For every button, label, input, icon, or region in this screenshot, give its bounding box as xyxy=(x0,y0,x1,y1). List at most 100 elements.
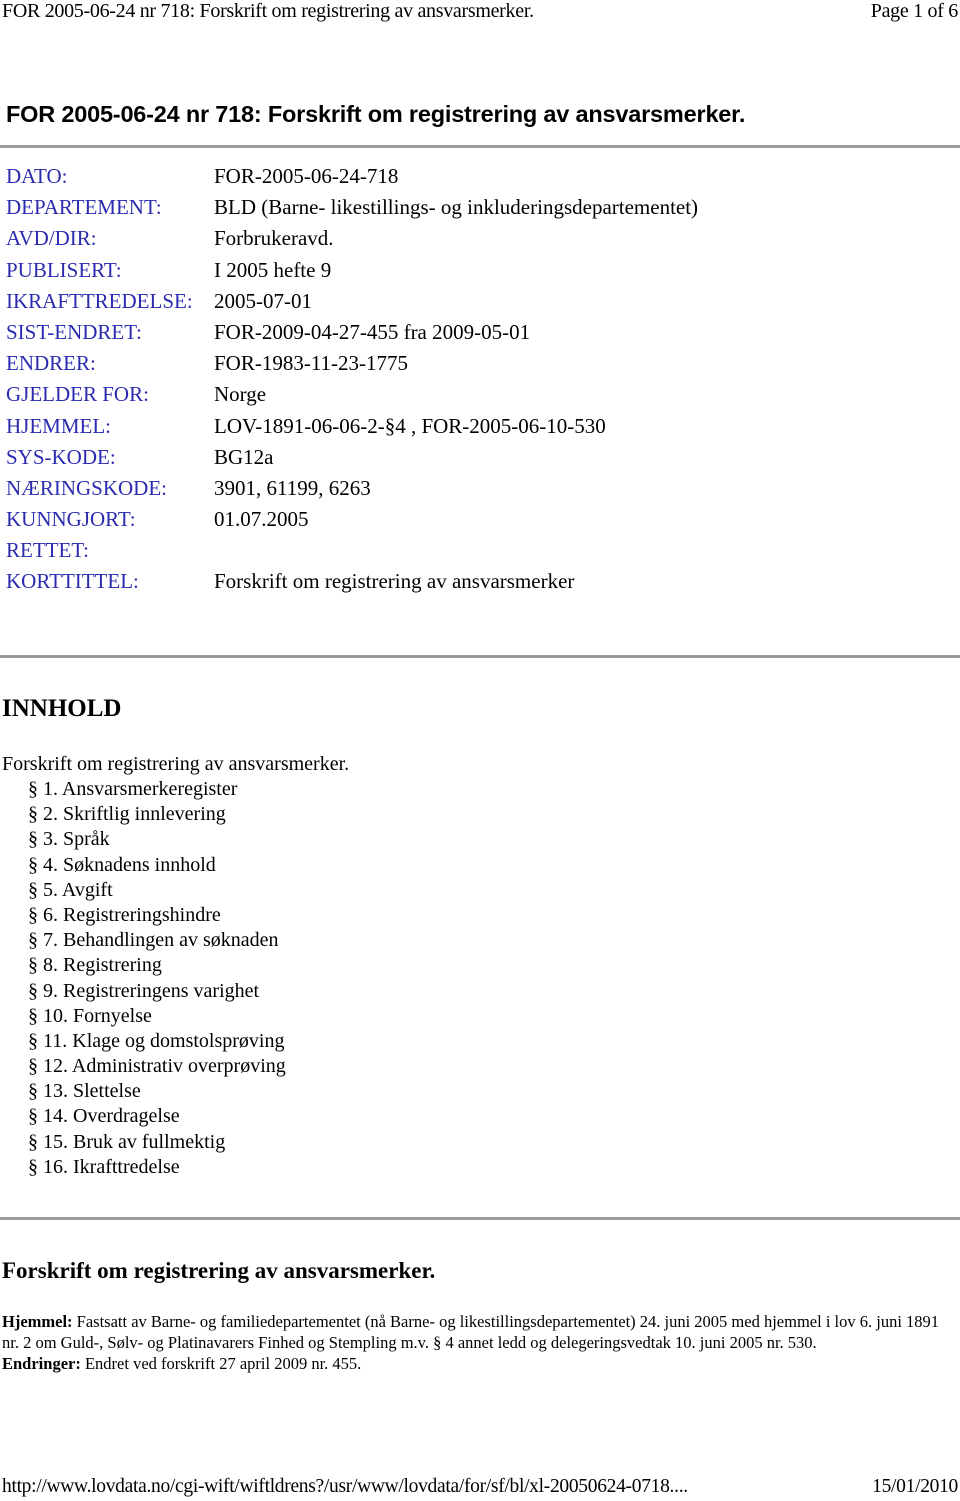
section-symbol-icon: § xyxy=(28,1080,38,1103)
metadata-label: DEPARTEMENT: xyxy=(6,195,162,220)
toc-item[interactable]: § 15. Bruk av fullmektig xyxy=(2,1130,349,1155)
toc-item[interactable]: § 6. Registreringshindre xyxy=(2,903,349,928)
section-symbol-icon: § xyxy=(28,828,38,851)
page-header-title: FOR 2005-06-24 nr 718: Forskrift om regi… xyxy=(2,0,534,22)
toc-item-label[interactable]: 13. Slettelse xyxy=(43,1080,141,1102)
toc-item-label[interactable]: 10. Fornyelse xyxy=(43,1005,152,1027)
table-of-contents: Forskrift om registrering av ansvarsmerk… xyxy=(2,752,349,1180)
divider xyxy=(0,655,960,658)
metadata-row: SIST-ENDRET: FOR-2009-04-27-455 fra 2009-… xyxy=(6,318,698,349)
metadata-row: ENDRER: FOR-1983-11-23-1775 xyxy=(6,349,698,380)
page-footer: http://www.lovdata.no/cgi-wift/wiftldren… xyxy=(2,1476,958,1498)
document-title: FOR 2005-06-24 nr 718: Forskrift om regi… xyxy=(6,101,746,127)
metadata-row: IKRAFTTREDELSE: 2005-07-01 xyxy=(6,287,698,318)
divider xyxy=(0,1217,960,1220)
section-symbol-icon: § xyxy=(28,954,38,977)
section-symbol-icon: § xyxy=(28,853,38,876)
toc-item[interactable]: § 14. Overdragelse xyxy=(2,1104,349,1129)
section-symbol-icon: § xyxy=(28,778,38,800)
toc-item-label[interactable]: 4. Søknadens innhold xyxy=(43,854,216,876)
metadata-row: KUNNGJORT: 01.07.2005 xyxy=(6,505,698,536)
divider xyxy=(0,145,960,148)
toc-item-label[interactable]: 12. Administrativ overprøving xyxy=(43,1055,286,1077)
endringer-paragraph: Endringer: Endret ved forskrift 27 april… xyxy=(2,1353,956,1374)
metadata-row: KORTTITTEL: Forskrift om registrering av … xyxy=(6,567,698,598)
metadata-label: ENDRER: xyxy=(6,351,96,376)
toc-item[interactable]: § 16. Ikrafttredelse xyxy=(2,1155,349,1180)
metadata-value: Forskrift om registrering av ansvarsmerk… xyxy=(214,569,575,594)
toc-item-label[interactable]: 1. Ansvarsmerkeregister xyxy=(43,778,237,800)
toc-item-label[interactable]: 5. Avgift xyxy=(43,879,113,901)
metadata-value: BLD (Barne- likestillings- og inkluderin… xyxy=(214,195,699,220)
metadata-label: KORTTITTEL: xyxy=(6,569,139,594)
toc-item[interactable]: § 1. Ansvarsmerkeregister xyxy=(2,777,349,802)
toc-item[interactable]: § 11. Klage og domstolsprøving xyxy=(2,1029,349,1054)
metadata-row: PUBLISERT: I 2005 hefte 9 xyxy=(6,256,698,287)
page-header: FOR 2005-06-24 nr 718: Forskrift om regi… xyxy=(2,0,958,22)
toc-item-label[interactable]: 2. Skriftlig innlevering xyxy=(43,803,226,825)
metadata-row: NÆRINGSKODE: 3901, 61199, 6263 xyxy=(6,474,698,505)
hjemmel-label: Hjemmel: xyxy=(2,1312,73,1331)
metadata-value: I 2005 hefte 9 xyxy=(214,257,332,282)
metadata-row: GJELDER FOR: Norge xyxy=(6,380,698,411)
toc-item-label[interactable]: 16. Ikrafttredelse xyxy=(43,1156,180,1178)
metadata-value: 3901, 61199, 6263 xyxy=(214,475,371,500)
metadata-value: 01.07.2005 xyxy=(214,507,309,532)
footer-url: http://www.lovdata.no/cgi-wift/wiftldren… xyxy=(2,1476,688,1497)
metadata-row: RETTET: xyxy=(6,536,698,567)
metadata-value: FOR-2009-04-27-455 fra 2009-05-01 xyxy=(214,319,531,344)
section-heading: Forskrift om registrering av ansvarsmerk… xyxy=(2,1258,436,1283)
metadata-table: DATO: FOR-2005-06-24-718 DEPARTEMENT: BLD (… xyxy=(6,162,698,599)
metadata-label: IKRAFTTREDELSE: xyxy=(6,288,193,313)
hjemmel-text: Fastsatt av Barne- og familiedepartement… xyxy=(2,1312,940,1352)
toc-item-label[interactable]: 15. Bruk av fullmektig xyxy=(43,1131,225,1153)
metadata-value: BG12a xyxy=(214,444,274,469)
metadata-label: AVD/DIR: xyxy=(6,226,97,251)
toc-item-label[interactable]: 6. Registreringshindre xyxy=(43,904,221,926)
toc-item[interactable]: § 10. Fornyelse xyxy=(2,1004,349,1029)
toc-title-link[interactable]: Forskrift om registrering av ansvarsmerk… xyxy=(2,752,349,777)
toc-item[interactable]: § 12. Administrativ overprøving xyxy=(2,1054,349,1079)
metadata-value: 2005-07-01 xyxy=(214,288,312,313)
toc-item[interactable]: § 5. Avgift xyxy=(2,878,349,903)
metadata-label: KUNNGJORT: xyxy=(6,507,136,532)
section-symbol-icon: § xyxy=(28,1055,38,1078)
toc-item[interactable]: § 9. Registreringens varighet xyxy=(2,979,349,1004)
metadata-label: SIST-ENDRET: xyxy=(6,319,142,344)
hjemmel-paragraph: Hjemmel: Fastsatt av Barne- og familiede… xyxy=(2,1311,956,1353)
endringer-label: Endringer: xyxy=(2,1354,81,1373)
section-symbol-icon: § xyxy=(28,903,38,926)
metadata-row: DEPARTEMENT: BLD (Barne- likestillings- o… xyxy=(6,193,698,224)
toc-item[interactable]: § 4. Søknadens innhold xyxy=(2,853,349,878)
toc-item[interactable]: § 3. Språk xyxy=(2,827,349,852)
metadata-label: GJELDER FOR: xyxy=(6,382,149,407)
section-symbol-icon: § xyxy=(28,979,38,1002)
metadata-label: DATO: xyxy=(6,164,68,188)
toc-item[interactable]: § 2. Skriftlig innlevering xyxy=(2,802,349,827)
metadata-label: SYS-KODE: xyxy=(6,444,116,469)
toc-item-label[interactable]: 9. Registreringens varighet xyxy=(43,980,259,1002)
section-body: Hjemmel: Fastsatt av Barne- og familiede… xyxy=(2,1311,956,1374)
toc-item[interactable]: § 7. Behandlingen av søknaden xyxy=(2,928,349,953)
toc-item[interactable]: § 8. Registrering xyxy=(2,953,349,978)
metadata-value: FOR-1983-11-23-1775 xyxy=(214,351,409,376)
toc-item-label[interactable]: 7. Behandlingen av søknaden xyxy=(43,929,279,951)
contents-heading: INNHOLD xyxy=(2,695,122,722)
metadata-row: DATO: FOR-2005-06-24-718 xyxy=(6,162,698,193)
section-symbol-icon: § xyxy=(28,1155,38,1178)
footer-date: 15/01/2010 xyxy=(872,1476,958,1497)
toc-item-label[interactable]: 14. Overdragelse xyxy=(43,1105,180,1127)
metadata-row: SYS-KODE: BG12a xyxy=(6,443,698,474)
section-symbol-icon: § xyxy=(28,803,38,826)
toc-item[interactable]: § 13. Slettelse xyxy=(2,1079,349,1104)
section-symbol-icon: § xyxy=(28,1004,38,1027)
metadata-value: Norge xyxy=(214,382,267,407)
metadata-value: Forbrukeravd. xyxy=(214,226,334,251)
metadata-label: NÆRINGSKODE: xyxy=(6,475,168,500)
toc-item-label[interactable]: 11. Klage og domstolsprøving xyxy=(43,1030,284,1052)
toc-item-label[interactable]: 8. Registrering xyxy=(43,954,162,976)
section-symbol-icon: § xyxy=(28,1130,38,1153)
metadata-label: PUBLISERT: xyxy=(6,257,122,282)
metadata-label: RETTET: xyxy=(6,538,89,563)
toc-item-label[interactable]: 3. Språk xyxy=(43,828,110,850)
